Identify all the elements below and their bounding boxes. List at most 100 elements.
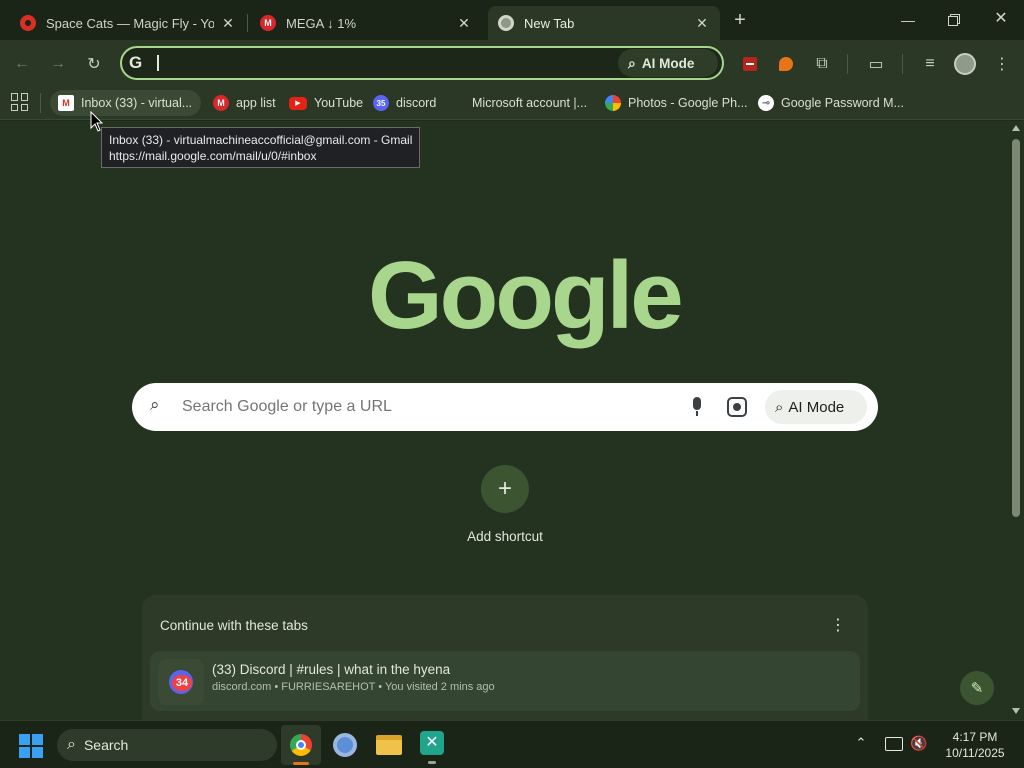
bookmark-label: Photos - Google Ph... xyxy=(628,96,748,110)
taskbar-chrome[interactable] xyxy=(281,725,321,765)
taskbar: ⌕ Search ✕ ⌃ 🔇 4:17 PM 10/11/2025 xyxy=(0,720,1024,768)
bookmark-gmail[interactable]: M Inbox (33) - virtual... xyxy=(50,90,201,116)
chevron-up-icon[interactable]: ⌃ xyxy=(852,735,870,753)
add-shortcut-button[interactable]: + xyxy=(481,465,529,513)
bookmarks-divider xyxy=(40,93,41,113)
back-button[interactable]: ← xyxy=(10,52,34,76)
media-controls-icon[interactable]: ≡ xyxy=(918,52,942,76)
tab-strip: Space Cats — Magic Fly - YouTube ✕ M MEG… xyxy=(0,0,1024,40)
new-tab-button[interactable]: + xyxy=(728,8,752,32)
new-tab-page: Google ⌕ ⌕ AI Mode + Add shortcut Contin… xyxy=(0,111,1008,735)
extensions-puzzle-icon[interactable]: ⧉ xyxy=(810,52,834,76)
bookmark-label: Microsoft account |... xyxy=(472,96,588,110)
ai-mode-button[interactable]: ⌕ AI Mode xyxy=(618,49,718,77)
ai-sparkle-search-icon: ⌕ xyxy=(775,398,784,416)
continue-tabs-card: Continue with these tabs ⋮ 34 (33) Disco… xyxy=(142,595,868,735)
tooltip-url: https://mail.google.com/mail/u/0/#inbox xyxy=(109,149,317,163)
bookmark-discord[interactable]: 35 discord xyxy=(365,90,444,116)
close-icon[interactable]: ✕ xyxy=(456,15,472,32)
windows-start-icon[interactable] xyxy=(19,734,43,758)
tab-title: New Tab xyxy=(524,15,575,31)
menu-kebab-icon[interactable]: ⋮ xyxy=(990,52,1014,76)
settings-gear-icon[interactable] xyxy=(333,733,357,757)
mega-icon: M xyxy=(213,95,229,111)
chrome-icon xyxy=(498,15,514,31)
tab-title: MEGA ↓ 1% xyxy=(286,15,357,31)
scroll-up-icon[interactable] xyxy=(1012,125,1020,131)
tab-separator xyxy=(247,14,248,32)
customize-pencil-button[interactable]: ✎ xyxy=(960,671,994,705)
bookmark-label: app list xyxy=(236,96,276,110)
add-shortcut-label: Add shortcut xyxy=(467,529,543,544)
extension-orange-icon[interactable] xyxy=(774,52,798,76)
search-icon: ⌕ xyxy=(150,395,160,414)
google-logo: Google xyxy=(368,242,684,349)
bookmark-youtube[interactable]: ▶ YouTube xyxy=(281,90,371,116)
profile-avatar[interactable] xyxy=(953,52,977,76)
bookmark-label: Google Password M... xyxy=(781,96,904,110)
discord-icon: 35 xyxy=(373,95,389,111)
network-icon[interactable] xyxy=(885,737,903,751)
bookmark-google-photos[interactable]: Photos - Google Ph... xyxy=(597,90,756,116)
text-cursor xyxy=(157,55,159,71)
bookmark-label: YouTube xyxy=(314,96,364,110)
tab-search-icon[interactable]: ▭ xyxy=(864,52,888,76)
google-photos-icon xyxy=(605,95,621,111)
minimize-button[interactable]: — xyxy=(898,10,918,30)
ublock-icon[interactable] xyxy=(738,52,762,76)
apps-grid-icon[interactable] xyxy=(10,92,30,112)
search-box[interactable]: ⌕ ⌕ AI Mode xyxy=(132,383,878,431)
mega-icon: M xyxy=(260,15,276,31)
scrollbar[interactable] xyxy=(1008,121,1024,720)
search-icon: ⌕ xyxy=(67,736,76,753)
google-g-icon: G xyxy=(129,53,143,72)
tab-mega[interactable]: M MEGA ↓ 1% ✕ xyxy=(250,6,482,40)
toolbar-divider xyxy=(847,54,848,74)
forward-button[interactable]: → xyxy=(46,52,70,76)
ai-mode-label: AI Mode xyxy=(788,398,845,416)
tab-title: Space Cats — Magic Fly - YouTube xyxy=(46,15,214,31)
taskbar-search[interactable]: ⌕ Search xyxy=(57,729,277,761)
app-x-icon[interactable]: ✕ xyxy=(420,731,444,755)
youtube-icon xyxy=(20,15,36,31)
close-icon[interactable]: ✕ xyxy=(694,15,710,32)
file-explorer-icon[interactable] xyxy=(376,735,402,755)
reload-button[interactable]: ↻ xyxy=(82,52,106,76)
clock-date: 10/11/2025 xyxy=(945,746,1005,760)
clock[interactable]: 4:17 PM 10/11/2025 xyxy=(940,729,1010,761)
list-item-title: (33) Discord | #rules | what in the hyen… xyxy=(212,662,451,677)
scroll-down-icon[interactable] xyxy=(1012,708,1020,714)
ai-sparkle-search-icon: ⌕ xyxy=(628,54,636,71)
clock-time: 4:17 PM xyxy=(952,730,998,744)
bookmarks-bar: M Inbox (33) - virtual... M app list ▶ Y… xyxy=(0,86,1024,120)
close-window-button[interactable]: ✕ xyxy=(991,9,1011,29)
tooltip-title: Inbox (33) - virtualmachineaccofficial@g… xyxy=(109,133,413,147)
running-indicator xyxy=(428,761,436,764)
card-menu-icon[interactable]: ⋮ xyxy=(830,615,846,635)
bookmark-label: discord xyxy=(396,96,437,110)
ai-mode-label: AI Mode xyxy=(641,55,695,71)
ai-mode-button[interactable]: ⌕ AI Mode xyxy=(765,390,867,424)
address-input[interactable] xyxy=(162,52,602,74)
lens-camera-icon[interactable] xyxy=(727,397,747,417)
tab-thumbnail: 34 xyxy=(158,659,204,705)
search-input[interactable] xyxy=(182,396,662,418)
list-item[interactable]: 34 (33) Discord | #rules | what in the h… xyxy=(150,651,860,711)
bookmark-app-list[interactable]: M app list xyxy=(205,90,284,116)
microphone-icon[interactable] xyxy=(688,395,706,419)
tab-youtube[interactable]: Space Cats — Magic Fly - YouTube ✕ xyxy=(10,6,246,40)
bookmark-google-password[interactable]: ⊸ Google Password M... xyxy=(750,90,912,116)
card-title: Continue with these tabs xyxy=(160,618,308,633)
pencil-icon: ✎ xyxy=(970,680,984,697)
tab-new-tab[interactable]: New Tab ✕ xyxy=(488,6,720,40)
bookmark-microsoft[interactable]: Microsoft account |... xyxy=(442,90,595,116)
volume-muted-icon[interactable]: 🔇 xyxy=(910,735,928,753)
microsoft-icon xyxy=(450,96,465,111)
scrollbar-thumb[interactable] xyxy=(1012,139,1020,517)
list-item-subtitle: discord.com • FURRIESAREHOT • You visite… xyxy=(212,681,495,693)
close-icon[interactable]: ✕ xyxy=(220,15,236,32)
taskbar-search-label: Search xyxy=(83,737,129,753)
restore-button[interactable] xyxy=(944,10,964,30)
address-bar[interactable]: G ⌕ AI Mode xyxy=(120,46,724,80)
google-password-icon: ⊸ xyxy=(758,95,774,111)
